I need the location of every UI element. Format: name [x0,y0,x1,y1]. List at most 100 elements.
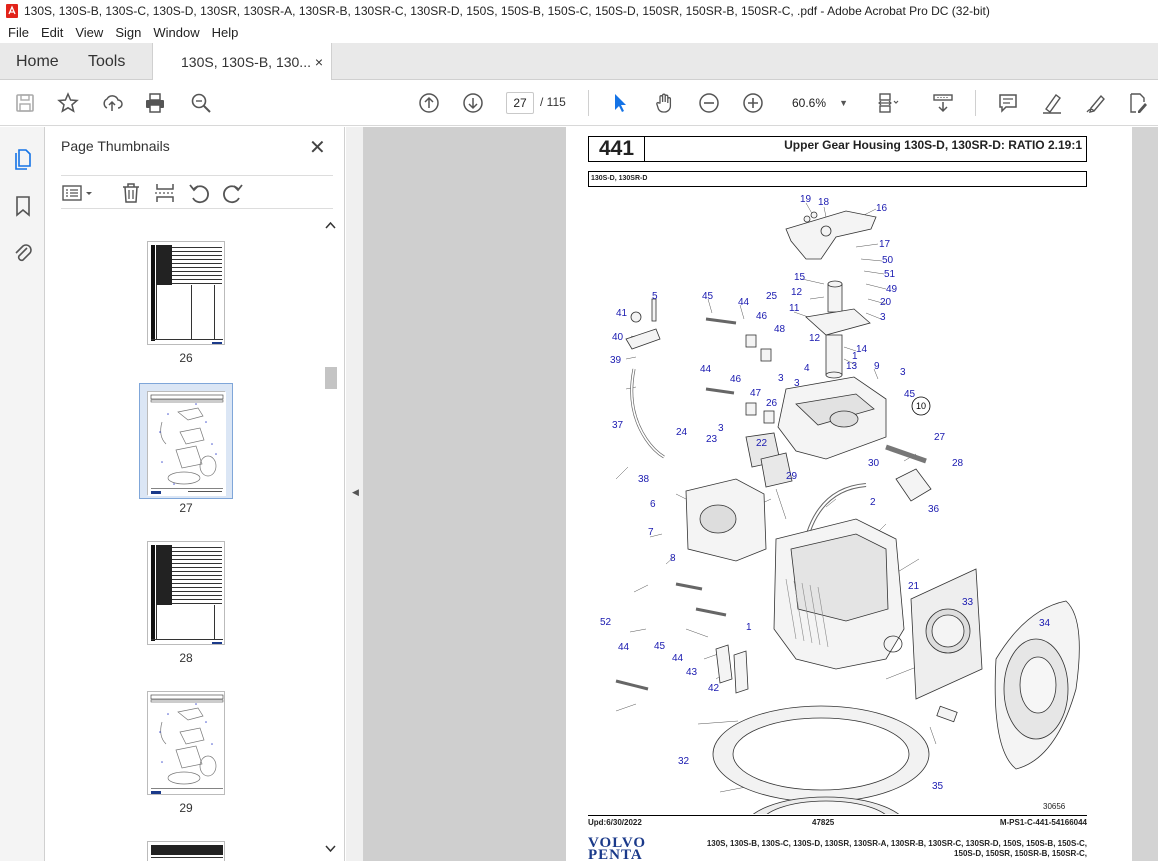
window-titlebar: 130S, 130S-B, 130S-C, 130S-D, 130SR, 130… [0,0,1158,22]
part-callout: 14 [856,344,868,355]
trash-icon[interactable] [119,181,143,205]
part-callout: 46 [730,374,742,385]
thumbnail-scrollbar[interactable] [323,219,338,859]
toolbar-divider [588,90,589,116]
star-icon[interactable] [56,91,80,115]
part-callout: 39 [610,355,622,366]
part-callout: 28 [952,458,964,469]
part-callout: 44 [738,297,750,308]
panel-splitter[interactable]: ◀ [346,127,364,861]
brand-line-2: PENTA [588,847,643,861]
extract-pages-icon[interactable] [153,181,177,205]
menu-view[interactable]: View [69,25,109,40]
search-zoom-icon[interactable] [189,91,213,115]
upload-icon[interactable] [100,91,124,115]
scroll-mode-icon[interactable] [931,91,955,115]
menu-bar: File Edit View Sign Window Help [0,22,1158,43]
table-page-preview [151,845,223,858]
menu-help[interactable]: Help [206,25,245,40]
scrollbar-thumb[interactable] [325,367,337,389]
page-down-icon[interactable] [461,91,485,115]
thumbnail-label: 29 [179,801,193,815]
document-viewer[interactable]: 441 Upper Gear Housing 130S-D, 130SR-D: … [364,127,1158,861]
part-callout: 44 [618,642,630,653]
thumbnail-label: 27 [179,501,193,515]
comment-icon[interactable] [996,91,1020,115]
page-number-input[interactable]: 27 [506,92,534,114]
table-page-preview [151,545,223,644]
thumbnail-page-27[interactable] [147,391,226,496]
close-icon[interactable]: ✕ [309,135,326,160]
part-callout: 46 [756,311,768,322]
page-id: 47825 [812,818,835,827]
print-icon[interactable] [143,91,167,115]
page-thumbnails-icon[interactable] [11,147,35,171]
left-rail [0,127,45,861]
exploded-parts-diagram: 19 1816 175051 49203 151211 25141 134544 … [600,194,1080,814]
fit-page-icon[interactable] [876,91,900,115]
part-callout: 12 [791,287,803,298]
menu-file[interactable]: File [2,25,35,40]
part-callout: 19 [800,194,812,205]
part-callout: 7 [648,527,654,538]
part-callout: 44 [672,653,684,664]
part-callout: 32 [678,756,690,767]
chevron-down-icon: ▼ [839,98,848,108]
pdf-page: 441 Upper Gear Housing 130S-D, 130SR-D: … [566,127,1132,861]
tab-close-icon[interactable]: × [315,54,323,70]
part-callout: 12 [809,333,821,344]
part-callout: 27 [934,432,946,443]
part-callout: 17 [879,239,891,250]
rotate-right-icon[interactable] [221,181,245,205]
rotate-left-icon[interactable] [187,181,211,205]
thumbnail-page-26[interactable] [147,241,225,345]
page-up-icon[interactable] [417,91,441,115]
thumbnail-page-28[interactable] [147,541,225,645]
tab-home[interactable]: Home [16,43,59,80]
page-total: / 115 [540,95,566,109]
page-thumbnails-panel: Page Thumbnails ✕ 26 27 28 29 [45,127,345,861]
tab-tools[interactable]: Tools [88,43,125,80]
part-callout: 25 [766,291,778,302]
part-callout: 45 [904,389,916,400]
footer-divider [588,815,1087,816]
window-title: 130S, 130S-B, 130S-C, 130S-D, 130SR, 130… [24,4,990,18]
part-callout: 26 [766,398,778,409]
menu-edit[interactable]: Edit [35,25,69,40]
attachment-icon[interactable] [11,240,35,264]
menu-sign[interactable]: Sign [109,25,147,40]
part-callout: 38 [638,474,650,485]
part-callout: 5 [652,291,658,302]
zoom-select[interactable]: 60.6% ▼ [788,92,854,114]
thumbnail-page-30[interactable] [147,841,225,861]
part-callout: 21 [908,581,920,592]
thumbnail-page-29[interactable] [147,691,225,795]
document-scrollbar[interactable] [1132,127,1158,861]
bookmark-icon[interactable] [11,194,35,218]
options-menu-icon[interactable] [61,181,95,205]
thumbnail-label: 26 [179,351,193,365]
save-icon[interactable] [13,91,37,115]
edit-pdf-icon[interactable] [1126,91,1150,115]
part-callout: 20 [880,297,892,308]
part-callout: 13 [846,361,858,372]
menu-window[interactable]: Window [147,25,205,40]
section-header: 441 Upper Gear Housing 130S-D, 130SR-D: … [588,136,1087,162]
part-callout: 1 [746,622,752,633]
footer-models-line-1: 130S, 130S-B, 130S-C, 130S-D, 130SR, 130… [706,839,1087,848]
part-callout: 45 [702,291,714,302]
zoom-in-icon[interactable] [741,91,765,115]
footer-models: 130S, 130S-B, 130S-C, 130S-D, 130SR, 130… [667,839,1087,859]
sign-icon[interactable] [1084,91,1108,115]
highlight-icon[interactable] [1040,91,1064,115]
section-number: 441 [589,137,645,161]
part-callout: 42 [708,683,720,694]
zoom-out-icon[interactable] [697,91,721,115]
part-callout: 33 [962,597,974,608]
collapse-arrow-icon[interactable]: ◀ [352,487,359,498]
hand-icon[interactable] [653,91,677,115]
select-arrow-icon[interactable] [608,91,632,115]
part-callout: 11 [789,303,800,314]
panel-title: Page Thumbnails [61,138,170,154]
tab-document[interactable]: 130S, 130S-B, 130... × [152,43,332,81]
